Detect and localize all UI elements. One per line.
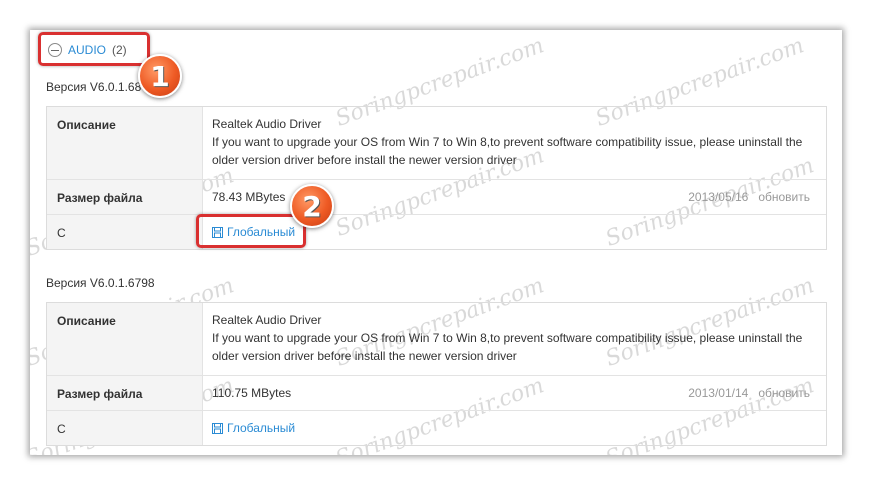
description-label: Описание [47, 303, 203, 375]
file-size-label: Размер файла [47, 180, 203, 214]
update-link[interactable]: обновить [758, 386, 810, 400]
description-line: If you want to upgrade your OS from Win … [212, 135, 803, 149]
floppy-disk-icon [212, 422, 223, 434]
highlight-box-section [38, 32, 150, 66]
description-value: Realtek Audio Driver If you want to upgr… [203, 303, 826, 375]
version-label: Версия V6.0.1.68 [46, 80, 142, 94]
step-marker-1: 1 [138, 54, 182, 98]
release-date: 2013/05/16 [688, 190, 749, 204]
description-row: Описание Realtek Audio Driver If you wan… [47, 303, 826, 375]
update-link[interactable]: обновить [758, 190, 810, 204]
release-date: 2013/01/14 [688, 386, 749, 400]
version-label: Версия V6.0.1.6798 [46, 276, 155, 290]
file-size-label: Размер файла [47, 376, 203, 410]
description-line: older version driver before install the … [212, 349, 517, 363]
description-line: older version driver before install the … [212, 153, 517, 167]
file-size: 78.43 MBytes [212, 190, 286, 204]
description-line: Realtek Audio Driver [212, 313, 322, 327]
description-line: Realtek Audio Driver [212, 117, 322, 131]
download-row: С Глобальный [47, 214, 826, 249]
download-row: С Глобальный [47, 410, 826, 445]
description-row: Описание Realtek Audio Driver If you wan… [47, 107, 826, 179]
release-meta: 2013/05/16 обновить [688, 188, 810, 206]
highlight-box-download [196, 214, 306, 248]
file-size: 110.75 MBytes [212, 386, 292, 400]
download-global-link[interactable]: Глобальный [212, 419, 295, 437]
description-line: If you want to upgrade your OS from Win … [212, 331, 803, 345]
download-label[interactable]: Глобальный [227, 419, 295, 437]
description-value: Realtek Audio Driver If you want to upgr… [203, 107, 826, 179]
step-marker-2: 2 [290, 184, 334, 228]
description-label: Описание [47, 107, 203, 179]
release-meta: 2013/01/14 обновить [688, 384, 810, 402]
file-size-value: 110.75 MBytes 2013/01/14 обновить [203, 376, 826, 410]
driver-table: Описание Realtek Audio Driver If you wan… [46, 106, 827, 250]
file-size-row: Размер файла 110.75 MBytes 2013/01/14 обн… [47, 375, 826, 410]
download-cell: Глобальный [203, 411, 826, 445]
download-row-label: С [47, 411, 203, 445]
file-size-row: Размер файла 78.43 MBytes 2013/05/16 обно… [47, 179, 826, 214]
download-row-label: С [47, 215, 203, 249]
driver-table: Описание Realtek Audio Driver If you wan… [46, 302, 827, 446]
